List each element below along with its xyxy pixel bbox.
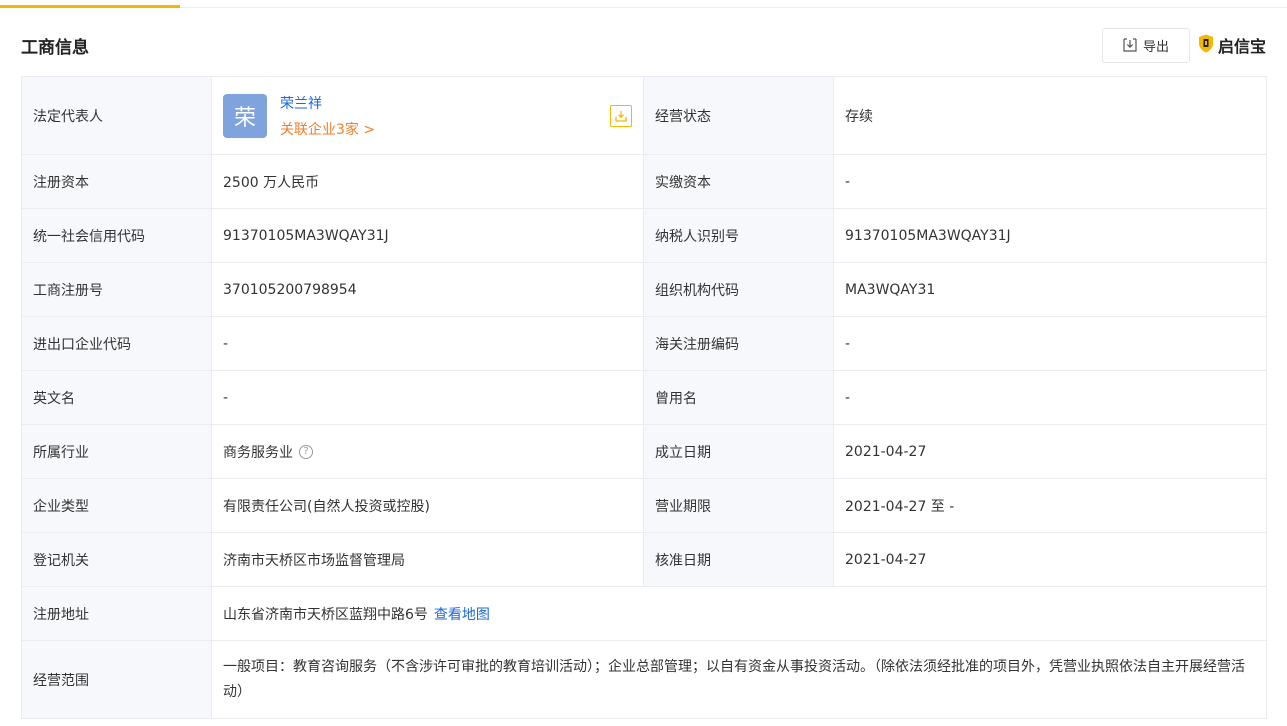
address-cell: 山东省济南市天桥区蓝翔中路6号 查看地图 (211, 586, 1267, 641)
info-value: - (211, 370, 644, 425)
table-row: 企业类型 有限责任公司(自然人投资或控股) 营业期限 2021-04-27 至 … (21, 478, 1267, 533)
info-value: - (211, 316, 644, 371)
table-row: 法定代表人 荣 荣兰祥 关联企业3家 > 经营状态 存续 (21, 76, 1267, 155)
info-label: 工商注册号 (21, 262, 212, 317)
info-label: 企业类型 (21, 478, 212, 533)
info-value: 2021-04-27 (833, 532, 1267, 587)
table-row: 经营范围 一般项目：教育咨询服务（不含涉许可审批的教育培训活动）；企业总部管理；… (21, 640, 1267, 719)
info-value: 有限责任公司(自然人投资或控股) (211, 478, 644, 533)
info-label: 曾用名 (643, 370, 834, 425)
info-label: 营业期限 (643, 478, 834, 533)
shield-logo-icon (1198, 34, 1214, 57)
brand-logo[interactable]: 启信宝 (1198, 33, 1266, 57)
legal-rep-name-link[interactable]: 荣兰祥 (280, 93, 375, 113)
table-row: 登记机关 济南市天桥区市场监督管理局 核准日期 2021-04-27 (21, 532, 1267, 587)
legal-rep-cell: 荣 荣兰祥 关联企业3家 > (211, 76, 644, 155)
section-title: 工商信息 (21, 37, 89, 58)
info-value: 91370105MA3WQAY31J (833, 208, 1267, 263)
info-label: 海关注册编码 (643, 316, 834, 371)
info-label: 纳税人识别号 (643, 208, 834, 263)
info-value: 济南市天桥区市场监督管理局 (211, 532, 644, 587)
active-tab-indicator (0, 5, 180, 8)
info-label: 实缴资本 (643, 154, 834, 209)
scope-value: 一般项目：教育咨询服务（不含涉许可审批的教育培训活动）；企业总部管理；以自有资金… (223, 658, 1245, 700)
info-label: 组织机构代码 (643, 262, 834, 317)
info-label: 注册资本 (21, 154, 212, 209)
related-companies-link[interactable]: 关联企业3家 > (280, 119, 375, 139)
info-value: 91370105MA3WQAY31J (211, 208, 644, 263)
table-row: 注册地址 山东省济南市天桥区蓝翔中路6号 查看地图 (21, 586, 1267, 641)
header-actions: 导出 启信宝 (1101, 27, 1266, 63)
business-info-table: 法定代表人 荣 荣兰祥 关联企业3家 > 经营状态 存续 注册资本 2500 万… (21, 76, 1267, 719)
info-label: 登记机关 (21, 532, 212, 587)
info-label: 成立日期 (643, 424, 834, 479)
question-circle-icon[interactable]: ? (299, 444, 313, 459)
brand-name: 启信宝 (1217, 37, 1266, 56)
export-label: 导出 (1142, 39, 1169, 55)
table-row: 统一社会信用代码 91370105MA3WQAY31J 纳税人识别号 91370… (21, 208, 1267, 263)
info-label: 统一社会信用代码 (21, 208, 212, 263)
table-row: 英文名 - 曾用名 - (21, 370, 1267, 425)
table-row: 进出口企业代码 - 海关注册编码 - (21, 316, 1267, 371)
info-value: 2500 万人民币 (211, 154, 644, 209)
info-label: 经营状态 (643, 76, 834, 155)
avatar[interactable]: 荣 (223, 93, 267, 138)
industry-cell: 商务服务业? (211, 424, 644, 479)
download-icon (1123, 38, 1137, 52)
info-label: 核准日期 (643, 532, 834, 587)
address-label: 注册地址 (21, 586, 212, 641)
export-button[interactable]: 导出 (1101, 27, 1190, 63)
info-value: 存续 (833, 76, 1267, 155)
info-label: 进出口企业代码 (21, 316, 212, 371)
section-header: 工商信息 导出 启信宝 (21, 27, 1266, 63)
info-value: MA3WQAY31 (833, 262, 1267, 317)
info-value: - (833, 316, 1267, 371)
info-value: 2021-04-27 至 - (833, 478, 1267, 533)
top-tab-strip (0, 0, 1287, 8)
view-map-link[interactable]: 查看地图 (434, 607, 490, 623)
info-label: 所属行业 (21, 424, 212, 479)
info-value: 370105200798954 (211, 262, 644, 317)
info-label: 英文名 (21, 370, 212, 425)
scope-cell: 一般项目：教育咨询服务（不含涉许可审批的教育培训活动）；企业总部管理；以自有资金… (211, 640, 1267, 719)
info-value: - (833, 370, 1267, 425)
info-value: 2021-04-27 (833, 424, 1267, 479)
table-row: 所属行业 商务服务业? 成立日期 2021-04-27 (21, 424, 1267, 479)
download-icon[interactable] (610, 104, 632, 127)
scope-label: 经营范围 (21, 640, 212, 719)
table-row: 工商注册号 370105200798954 组织机构代码 MA3WQAY31 (21, 262, 1267, 317)
industry-value: 商务服务业 (223, 444, 293, 461)
table-row: 注册资本 2500 万人民币 实缴资本 - (21, 154, 1267, 209)
address-value: 山东省济南市天桥区蓝翔中路6号 (223, 606, 428, 623)
info-value: - (833, 154, 1267, 209)
legal-rep-label: 法定代表人 (21, 76, 212, 155)
